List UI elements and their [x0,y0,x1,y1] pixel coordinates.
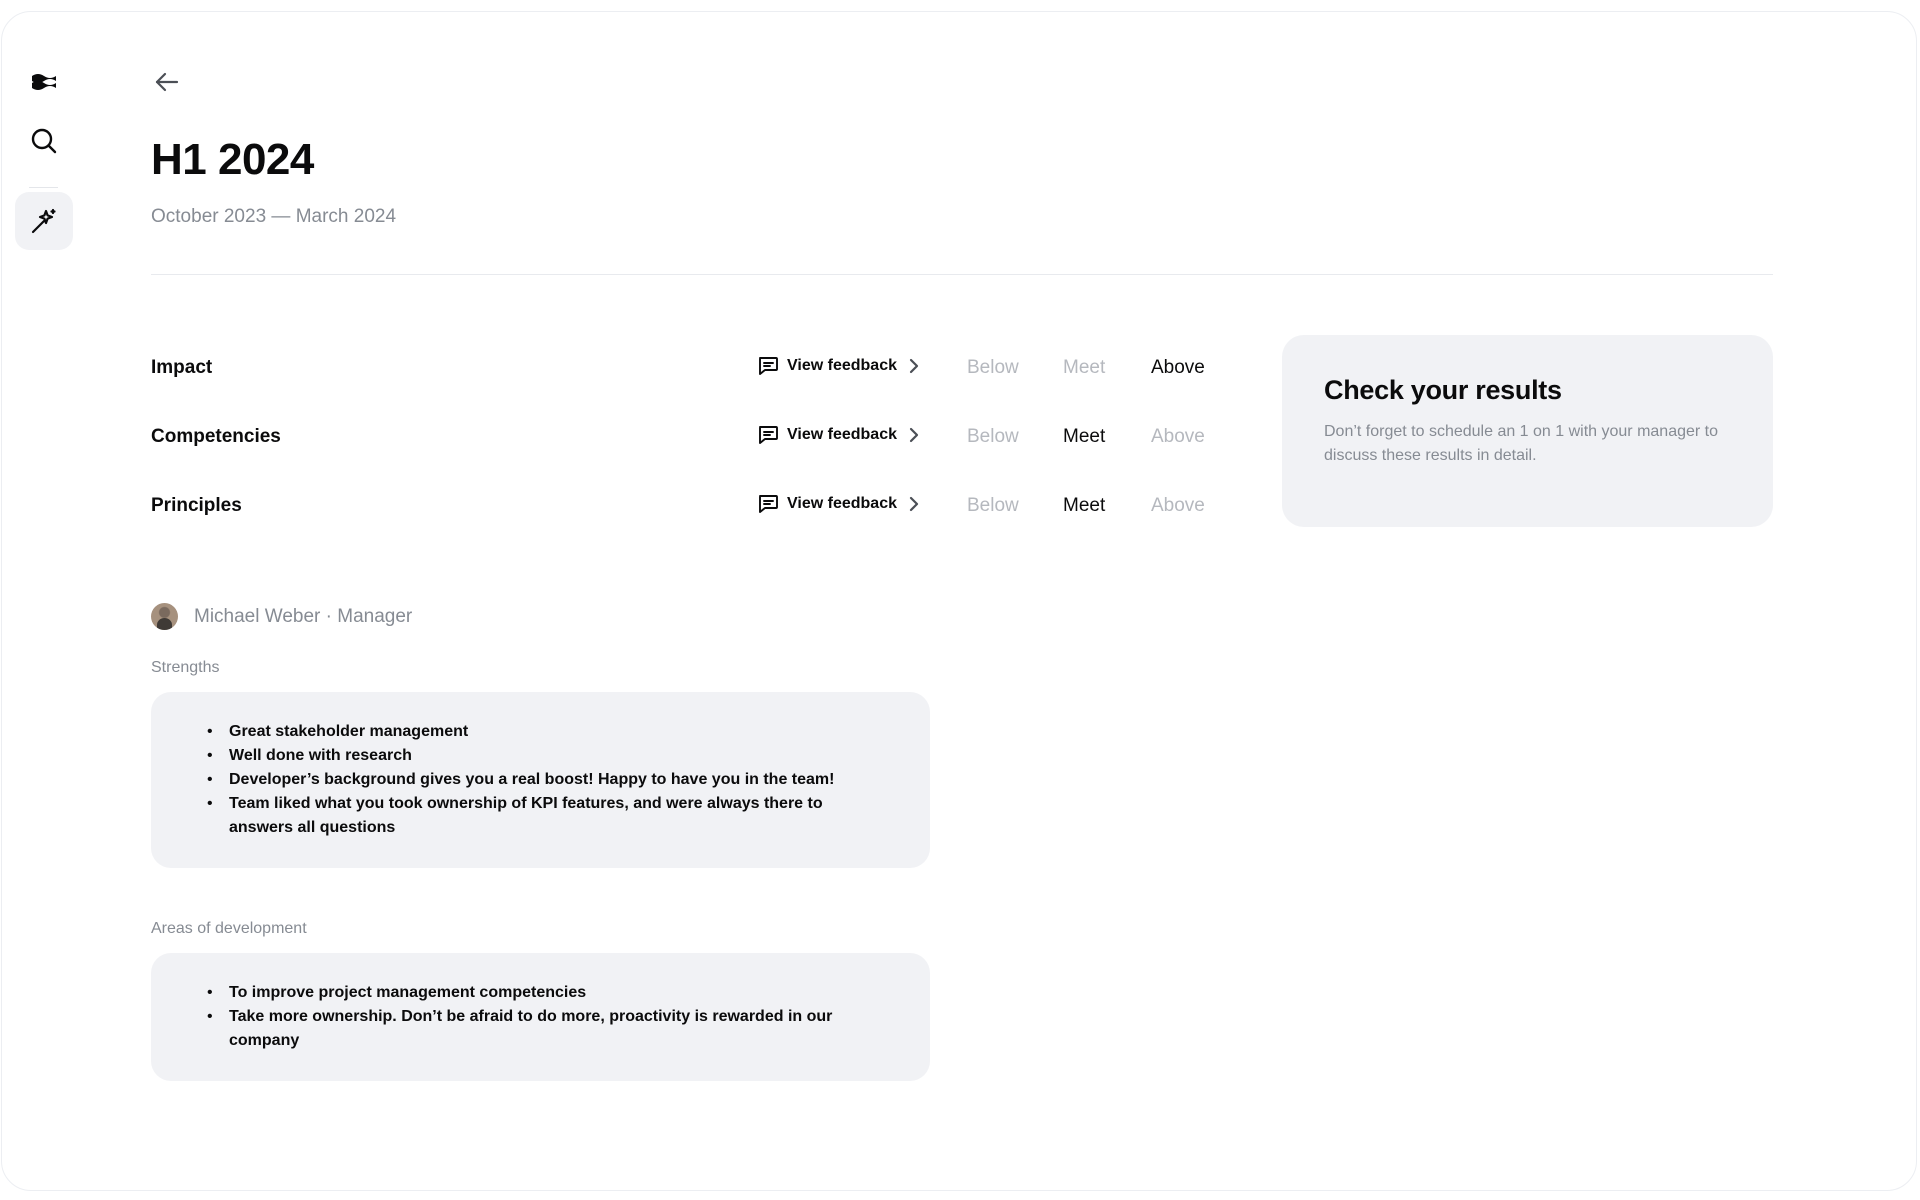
results-title: Check your results [1324,375,1562,405]
app-window: H1 2024 October 2023 — March 2024 Impact… [1,11,1917,1191]
development-label: Areas of development [151,920,307,937]
chat-icon [757,494,779,514]
rating-option-below[interactable]: Below [967,426,1019,448]
list-item: Team liked what you took ownership of KP… [207,792,890,840]
view-feedback-label: View feedback [787,495,897,512]
rating-option-above[interactable]: Above [1151,357,1205,379]
list-item: Developer’s background gives you a real … [207,768,890,792]
sidebar-item-magic[interactable] [15,192,73,250]
logo-icon [32,74,56,90]
rating-option-below[interactable]: Below [967,495,1019,517]
arrow-left-icon [155,72,179,92]
development-list: To improve project management competenci… [207,981,890,1053]
rating-name: Principles [151,495,242,516]
rating-option-above[interactable]: Above [1151,426,1205,448]
search-icon [31,128,57,154]
chevron-right-icon [909,427,919,443]
rating-name: Competencies [151,426,281,447]
list-item: To improve project management competenci… [207,981,890,1005]
sidebar-divider [29,187,58,188]
strengths-label: Strengths [151,659,220,676]
view-feedback-button[interactable]: View feedback [757,425,919,445]
rating-option-below[interactable]: Below [967,357,1019,379]
rating-row-competencies: Competencies View feedback Below Meet Ab… [151,420,1211,456]
rating-name: Impact [151,357,213,378]
view-feedback-button[interactable]: View feedback [757,494,919,514]
view-feedback-label: View feedback [787,426,897,443]
search-button[interactable] [15,112,73,170]
results-card: Check your results Don’t forget to sched… [1282,335,1773,527]
list-item: Well done with research [207,744,890,768]
header-divider [151,274,1773,275]
chevron-right-icon [909,358,919,374]
rating-option-above[interactable]: Above [1151,495,1205,517]
logo-button[interactable] [15,53,73,111]
page-title: H1 2024 [151,135,314,184]
rating-row-principles: Principles View feedback Below Meet Abov… [151,489,1211,525]
view-feedback-label: View feedback [787,357,897,374]
chat-icon [757,425,779,445]
strengths-list: Great stakeholder management Well done w… [207,720,890,840]
list-item: Take more ownership. Don’t be afraid to … [207,1005,890,1053]
reviewer: Michael Weber · Manager [151,603,412,630]
reviewer-name: Michael Weber · Manager [194,605,413,627]
page-subtitle: October 2023 — March 2024 [151,206,397,227]
rating-option-meet[interactable]: Meet [1063,426,1105,448]
rating-option-meet[interactable]: Meet [1063,357,1105,379]
magic-wand-icon [31,208,56,234]
chevron-right-icon [909,496,919,512]
rating-row-impact: Impact View feedback Below Meet Above [151,351,1211,387]
view-feedback-button[interactable]: View feedback [757,356,919,376]
strengths-card: Great stakeholder management Well done w… [151,692,930,868]
development-card: To improve project management competenci… [151,953,930,1081]
back-button[interactable] [154,68,180,96]
avatar [151,603,178,630]
results-text: Don’t forget to schedule an 1 on 1 with … [1324,423,1719,464]
chat-icon [757,356,779,376]
list-item: Great stakeholder management [207,720,890,744]
rating-option-meet[interactable]: Meet [1063,495,1105,517]
